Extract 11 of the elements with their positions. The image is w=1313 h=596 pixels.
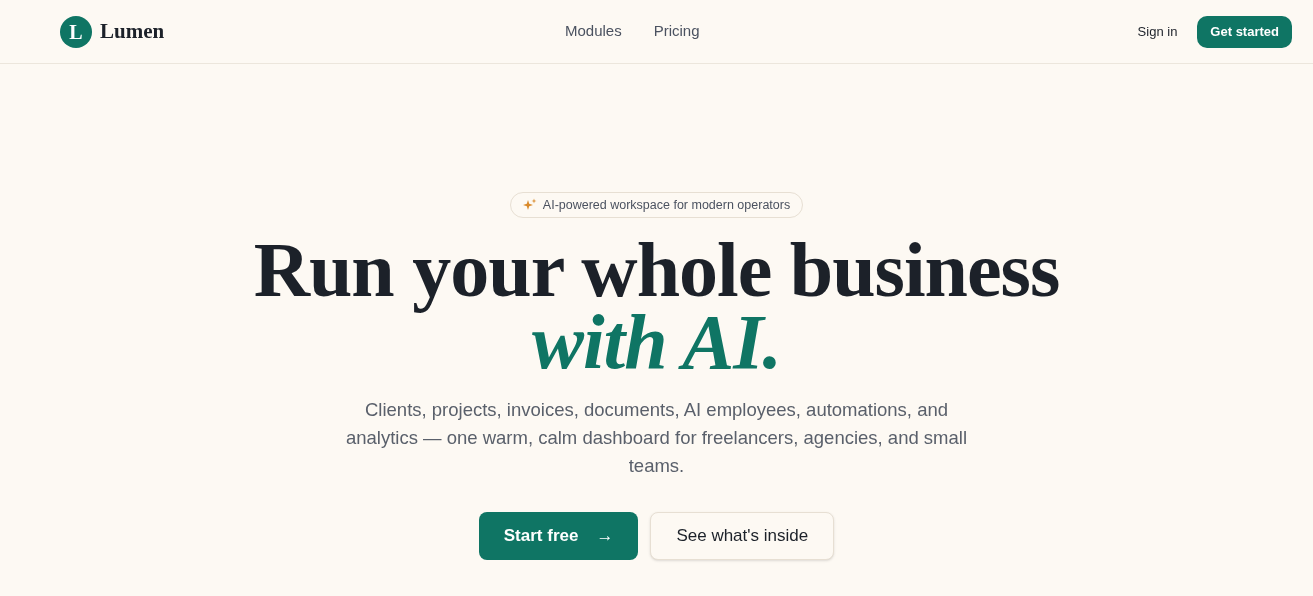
nav-link[interactable]: Modules <box>565 20 622 43</box>
brand-name[interactable]: Lumen <box>100 15 165 48</box>
nav-link[interactable]: Pricing <box>653 20 700 43</box>
hero-subtitle: Clients, projects, invoices, documents, AI employees, automations, and analytics — one warm, calm dashboard for freelancers, agencies, and small teams. <box>344 398 969 478</box>
start-free-button[interactable]: Start free → <box>478 512 639 560</box>
get-started-button[interactable]: Get started <box>1197 15 1292 48</box>
logo-mark[interactable]: L <box>60 15 92 48</box>
sign-in-link[interactable]: Sign in <box>1137 21 1178 42</box>
arrow-icon: → <box>596 523 614 549</box>
badge-text: AI-powered workspace for modern operators <box>542 196 791 214</box>
see-whats-inside-button[interactable]: See what's inside <box>650 512 835 560</box>
